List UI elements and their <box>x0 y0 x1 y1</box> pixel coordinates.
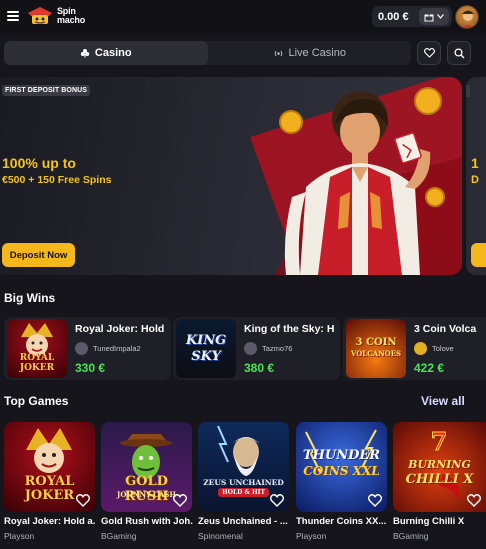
logo-line2: macho <box>57 15 86 25</box>
search-icon <box>453 47 464 58</box>
next-banner-letter-2: D <box>471 174 479 186</box>
favorites-button[interactable] <box>417 41 441 65</box>
category-tabs: Casino Live Casino <box>4 41 411 65</box>
heart-icon[interactable] <box>368 494 382 507</box>
top-header: Spin macho 0.00 € <box>0 0 486 34</box>
game-tile[interactable]: ROYAL JOKER <box>4 422 95 512</box>
tab-casino-label: Casino <box>94 47 132 59</box>
win-art-title: 3 COIN <box>355 337 397 348</box>
win-game-thumbnail: 3 COIN VOLCANOES <box>346 319 406 378</box>
game-art-title: BURNING <box>408 458 471 471</box>
heart-icon[interactable] <box>76 494 90 507</box>
win-game-name: King of the Sky: H <box>244 323 335 335</box>
game-tile[interactable]: 7 BURNING CHILLI X <box>393 422 486 512</box>
game-provider: BGaming <box>101 531 137 541</box>
game-tile[interactable]: THUNDER COINS XXL <box>296 422 387 512</box>
big-win-card[interactable]: KING SKY King of the Sky: H Tazmo76 380 … <box>173 317 340 380</box>
logo-wordmark: Spin macho <box>57 7 85 25</box>
tab-live-casino-label: Live Casino <box>288 47 346 59</box>
game-tile[interactable]: GOLD RUSH JOHNNY CASH <box>101 422 192 512</box>
win-amount: 422 € <box>414 361 445 375</box>
win-game-name: Royal Joker: Hold <box>75 323 165 335</box>
next-banner-tag <box>466 85 470 97</box>
win-art-title: ROYAL <box>19 353 55 363</box>
win-amount: 330 € <box>75 361 106 375</box>
win-user-name: Tazmo76 <box>262 344 293 353</box>
game-art-title: ROYAL <box>24 474 75 489</box>
win-user-name: TunedImpala2 <box>93 344 141 353</box>
next-banner-cta <box>471 243 486 267</box>
game-name: Zeus Unchained - ... <box>198 516 288 527</box>
search-button[interactable] <box>447 41 471 65</box>
chevron-down-icon <box>437 14 444 19</box>
big-win-card[interactable]: 3 COIN VOLCANOES 3 Coin Volca Tolove 422… <box>343 317 486 380</box>
win-user: Tolove <box>414 342 454 355</box>
win-art-subtitle: VOLCANOES <box>350 349 402 358</box>
user-avatar-icon <box>75 342 88 355</box>
logo-emblem <box>26 4 54 28</box>
user-avatar-icon <box>244 342 257 355</box>
game-name: Royal Joker: Hold a... <box>4 516 96 527</box>
game-name: Burning Chilli X <box>393 516 465 527</box>
game-provider: Playson <box>296 531 327 541</box>
user-avatar-icon <box>414 342 427 355</box>
top-games-title: Top Games <box>4 394 69 408</box>
game-provider: BGaming <box>393 531 429 541</box>
heart-icon[interactable] <box>173 494 187 507</box>
heart-icon[interactable] <box>467 494 481 507</box>
live-icon <box>274 50 282 56</box>
user-avatar[interactable] <box>455 5 479 29</box>
win-user: Tazmo76 <box>244 342 292 355</box>
game-name: Gold Rush with Joh... <box>101 516 193 527</box>
deposit-now-button[interactable]: Deposit Now <box>2 243 75 267</box>
balance-widget[interactable]: 0.00 € <box>372 6 452 27</box>
game-art-subtitle: HOLD & HIT <box>218 488 269 497</box>
game-tile[interactable]: ZEUS UNCHAINED HOLD & HIT <box>198 422 289 512</box>
bonus-headline: 100% up to <box>2 155 76 171</box>
menu-icon[interactable] <box>7 11 19 21</box>
win-art-subtitle: JOKER <box>19 363 55 373</box>
bonus-tag: FIRST DEPOSIT BONUS <box>2 85 91 96</box>
game-provider: Playson <box>4 531 35 541</box>
win-user-name: Tolove <box>432 344 454 353</box>
tab-live-casino[interactable]: Live Casino <box>208 41 412 65</box>
tab-casino[interactable]: Casino <box>4 41 208 65</box>
win-user: TunedImpala2 <box>75 342 141 355</box>
bonus-subline: €500 + 150 Free Spins <box>2 174 112 186</box>
next-banner-preview[interactable]: 1 D <box>466 77 486 275</box>
svg-text:7: 7 <box>431 427 448 456</box>
next-banner-letter-1: 1 <box>471 155 479 171</box>
win-amount: 380 € <box>244 361 275 375</box>
game-name: Thunder Coins XX... <box>296 516 387 527</box>
win-game-name: 3 Coin Volca <box>414 323 477 335</box>
game-art-title: ZEUS UNCHAINED <box>203 478 284 487</box>
heart-icon[interactable] <box>270 494 284 507</box>
game-art-subtitle: CHILLI X <box>405 472 474 487</box>
win-game-thumbnail: KING SKY <box>176 319 236 378</box>
heart-icon <box>423 48 435 58</box>
game-art-title: THUNDER <box>302 448 381 463</box>
gift-icon <box>424 14 434 21</box>
win-art-title: KING <box>185 333 227 348</box>
view-all-link[interactable]: View all <box>421 394 465 408</box>
game-provider: Spinomenal <box>198 531 243 541</box>
big-win-card[interactable]: ROYAL JOKER Royal Joker: Hold TunedImpal… <box>4 317 171 380</box>
logo[interactable]: Spin macho <box>26 4 85 28</box>
win-art-subtitle: SKY <box>191 349 221 364</box>
big-wins-title: Big Wins <box>4 291 56 305</box>
wallet-button[interactable] <box>419 8 449 25</box>
game-art-subtitle: COINS XXL <box>303 464 380 478</box>
win-game-thumbnail: ROYAL JOKER <box>7 319 67 378</box>
club-icon <box>80 49 90 58</box>
balance-amount: 0.00 € <box>378 10 409 23</box>
